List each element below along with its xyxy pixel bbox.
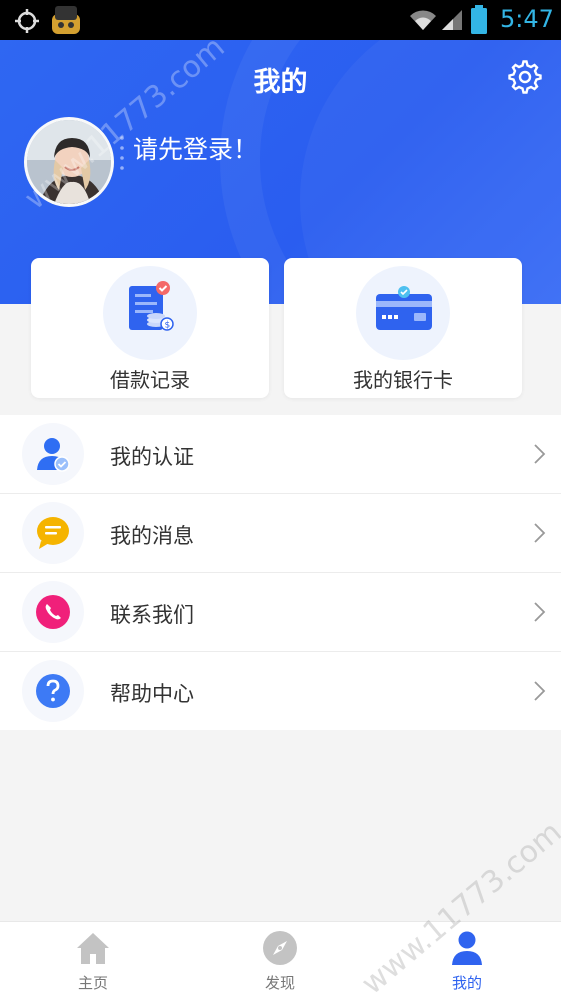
chevron-right-icon <box>534 523 546 543</box>
compass-icon <box>263 931 297 965</box>
signal-icon <box>442 10 462 30</box>
nav-label-discover: 发现 <box>264 974 295 992</box>
phone-icon <box>36 595 70 629</box>
bank-card-card[interactable]: 我的银行卡 <box>284 258 522 398</box>
menu-list: 我的认证 我的消息 联系我们 帮助中心 <box>0 415 561 730</box>
chevron-right-icon <box>534 681 546 701</box>
bank-card-icon <box>376 286 432 330</box>
home-icon <box>77 933 109 964</box>
help-icon <box>36 674 70 708</box>
person-icon <box>452 931 482 965</box>
menu-label-contact: 联系我们 <box>110 603 194 627</box>
nav-item-home[interactable]: 主页 <box>33 922 153 999</box>
chevron-right-icon <box>534 444 546 464</box>
menu-item-verification[interactable]: 我的认证 <box>0 415 561 494</box>
nav-label-mine: 我的 <box>451 974 482 992</box>
svg-text:$: $ <box>165 321 171 331</box>
menu-item-messages[interactable]: 我的消息 <box>0 494 561 573</box>
message-icon <box>37 517 69 549</box>
avatar[interactable] <box>24 117 114 207</box>
chevron-right-icon <box>534 602 546 622</box>
bottom-nav: 主页 发现 我的 <box>0 921 561 999</box>
page-title: 我的 <box>253 67 308 98</box>
menu-label-messages: 我的消息 <box>110 524 194 548</box>
battery-icon <box>471 5 487 34</box>
menu-label-help: 帮助中心 <box>110 682 194 706</box>
phone-icon-bg <box>22 581 84 643</box>
user-verify-icon-bg <box>22 423 84 485</box>
help-icon-bg <box>22 660 84 722</box>
nav-item-mine[interactable]: 我的 <box>407 922 527 999</box>
crosshair-icon <box>15 9 39 33</box>
loan-record-icon: $ <box>129 281 174 331</box>
message-icon-bg <box>22 502 84 564</box>
loan-record-card[interactable]: $ 借款记录 <box>31 258 269 398</box>
nav-label-home: 主页 <box>77 974 108 992</box>
bank-card-label: 我的银行卡 <box>353 368 453 392</box>
menu-item-help[interactable]: 帮助中心 <box>0 652 561 730</box>
status-time: 5:47 <box>500 5 554 33</box>
user-verify-icon <box>37 438 70 472</box>
dots-decoration <box>120 136 124 170</box>
avatar-image <box>27 120 111 204</box>
loan-record-label: 借款记录 <box>110 368 190 392</box>
app-icon <box>52 6 80 34</box>
wifi-icon <box>410 10 436 30</box>
gear-icon[interactable] <box>508 60 542 94</box>
menu-label-verification: 我的认证 <box>110 445 194 469</box>
nav-item-discover[interactable]: 发现 <box>220 922 340 999</box>
login-prompt[interactable]: 请先登录！ <box>133 130 258 166</box>
status-bar: 5:47 <box>0 0 561 40</box>
menu-item-contact[interactable]: 联系我们 <box>0 573 561 652</box>
